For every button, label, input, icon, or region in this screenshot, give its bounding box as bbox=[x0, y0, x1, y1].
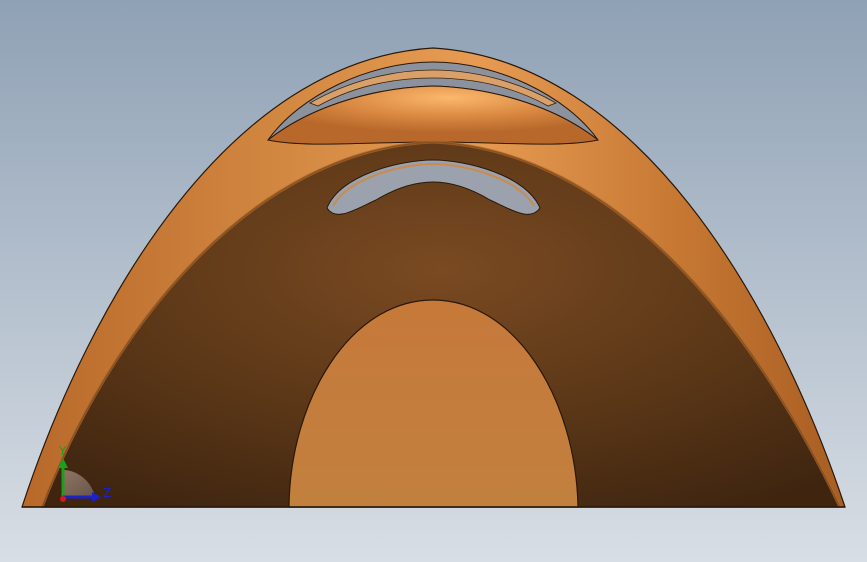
model-canvas[interactable]: Y Z bbox=[0, 0, 867, 562]
triad-y-label: Y bbox=[58, 444, 67, 458]
triad-x-origin bbox=[60, 496, 66, 502]
triad-z-label: Z bbox=[103, 486, 111, 500]
graphics-viewport[interactable]: Y Z bbox=[0, 0, 867, 562]
